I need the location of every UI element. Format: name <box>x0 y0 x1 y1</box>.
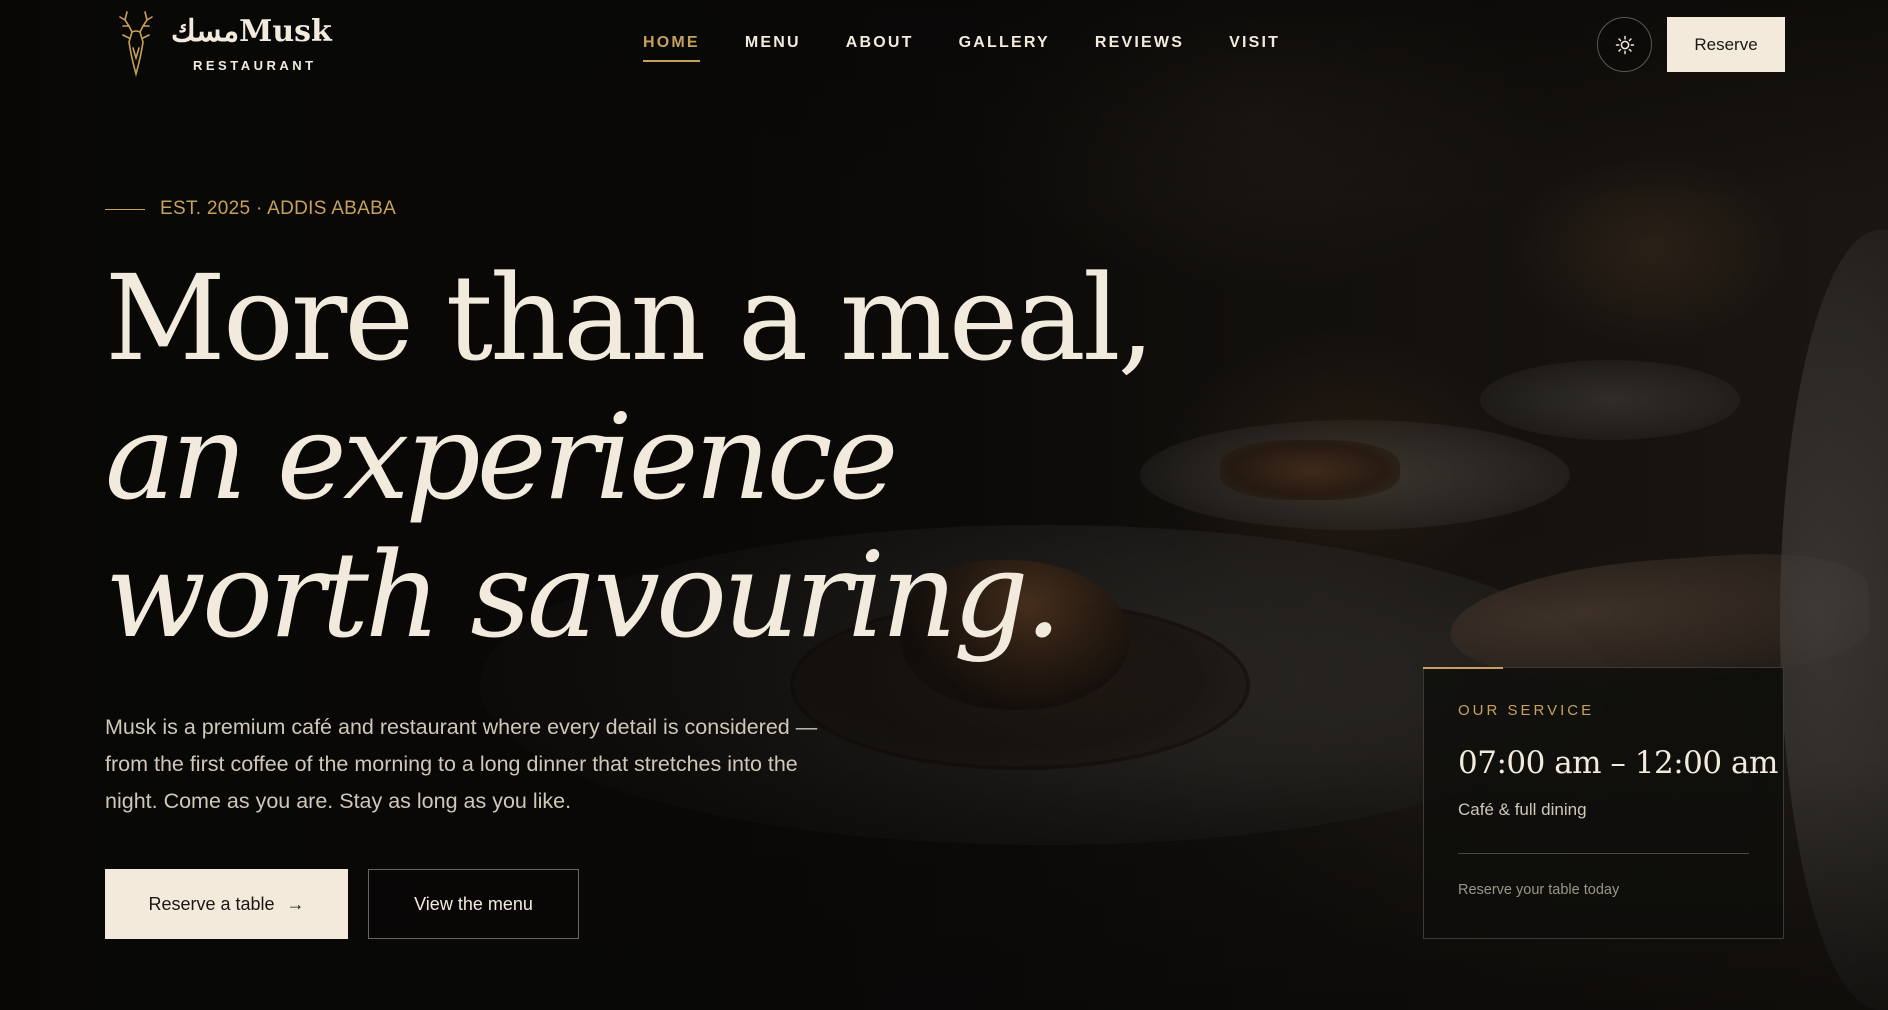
arrow-right-icon: → <box>286 893 305 914</box>
hero-description: Musk is a premium café and restaurant wh… <box>105 715 818 813</box>
eyebrow-divider <box>105 208 145 210</box>
brand-wordmark: مسكMusk <box>171 14 332 49</box>
view-menu-button[interactable]: View the menu <box>368 869 579 939</box>
hero-eyebrow-text: EST. 2025 · ADDIS ABABA <box>160 198 397 219</box>
nav-item-menu[interactable]: MENU <box>745 34 801 62</box>
hero-headline: More than a meal, an experience worth sa… <box>105 248 1155 664</box>
hero-eyebrow: EST. 2025 · ADDIS ABABA <box>105 198 396 220</box>
service-card-eyebrow: OUR SERVICE <box>1458 702 1595 719</box>
nav-item-visit[interactable]: VISIT <box>1229 34 1280 62</box>
deer-head-icon <box>119 11 153 77</box>
site-header: مسكMusk RESTAURANT HOME MENU ABOUT GALLE… <box>0 0 1888 86</box>
nav-item-home[interactable]: HOME <box>643 34 700 62</box>
nav-item-reviews[interactable]: REVIEWS <box>1095 34 1184 62</box>
card-accent-line <box>1423 667 1503 669</box>
headline-line-3: worth savouring. <box>105 526 1062 664</box>
theme-toggle-button[interactable] <box>1597 17 1652 72</box>
brand-logo[interactable]: مسكMusk RESTAURANT <box>113 8 333 80</box>
nav-item-gallery[interactable]: GALLERY <box>959 34 1050 62</box>
reserve-table-button[interactable]: Reserve a table → <box>105 869 348 939</box>
brand-subtitle: RESTAURANT <box>193 58 317 73</box>
headline-line-1: More than a meal, <box>105 249 1155 387</box>
card-divider <box>1458 853 1749 854</box>
service-note: Reserve your table today <box>1458 882 1620 898</box>
main-nav: HOME MENU ABOUT GALLERY REVIEWS VISIT <box>643 34 1325 62</box>
service-hours: 07:00 am – 12:00 am <box>1458 745 1778 781</box>
nav-item-about[interactable]: ABOUT <box>846 34 914 62</box>
headline-line-2: an experience <box>105 388 899 526</box>
reserve-table-label: Reserve a table <box>148 893 275 914</box>
service-hours-card: OUR SERVICE 07:00 am – 12:00 am Café & f… <box>1423 667 1784 939</box>
sun-icon <box>1615 35 1634 54</box>
service-description: Café & full dining <box>1458 800 1587 819</box>
header-reserve-button[interactable]: Reserve <box>1667 17 1785 72</box>
